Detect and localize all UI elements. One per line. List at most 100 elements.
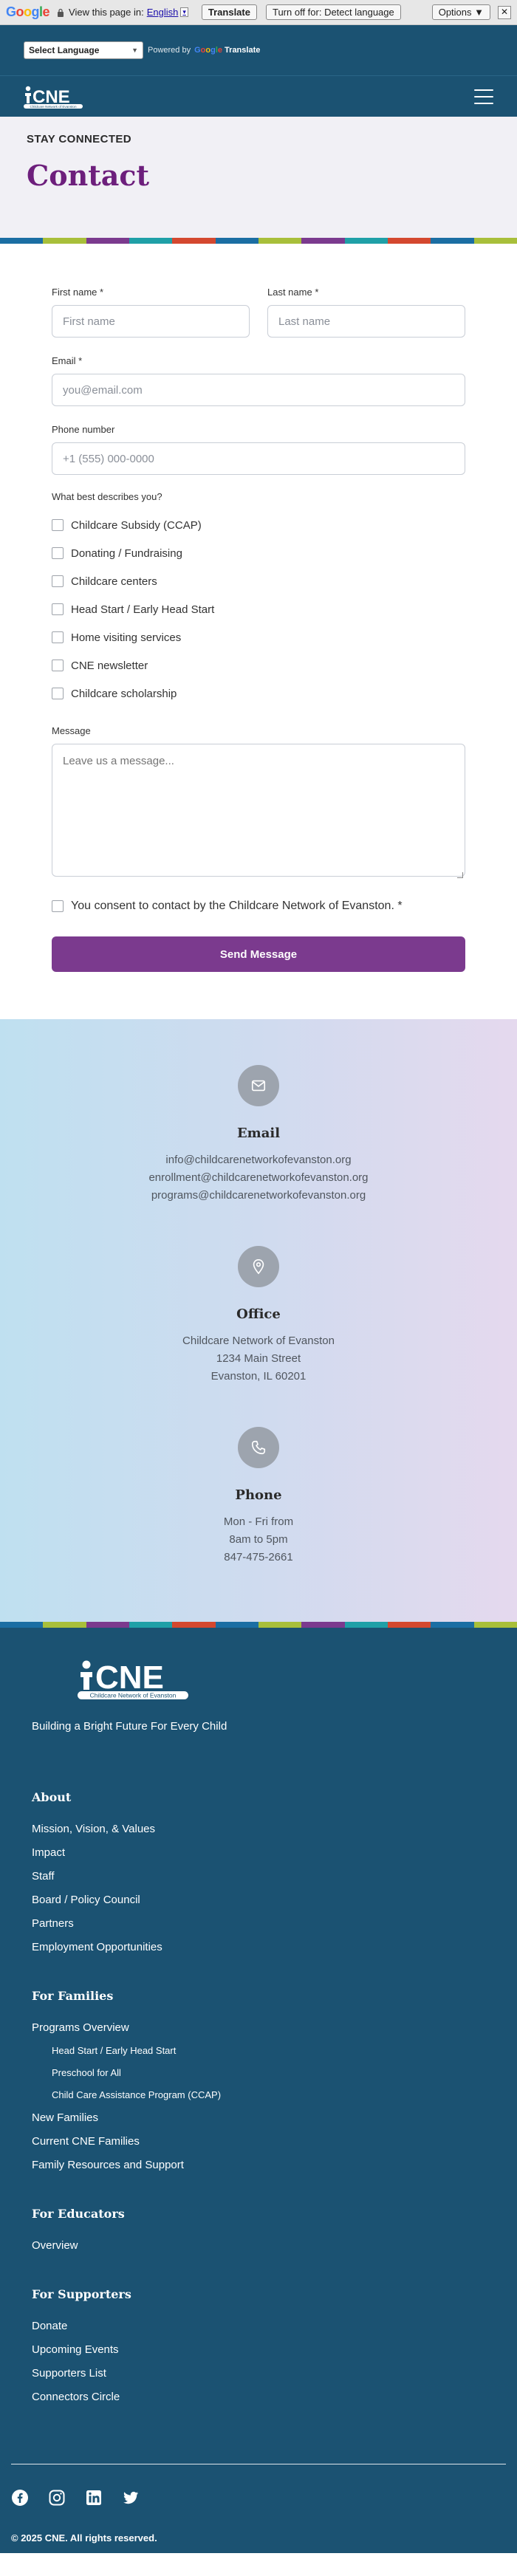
stripe-segment xyxy=(301,1622,345,1628)
linkedin-icon[interactable] xyxy=(85,2489,103,2507)
option-scholarship[interactable]: Childcare scholarship xyxy=(52,679,465,708)
footer-link[interactable]: New Families xyxy=(32,2106,485,2130)
footer-link[interactable]: Supporters List xyxy=(32,2362,485,2385)
footer-link[interactable]: Board / Policy Council xyxy=(32,1888,485,1912)
footer-sublink[interactable]: Child Care Assistance Program (CCAP) xyxy=(32,2084,485,2106)
stripe-segment xyxy=(129,238,173,244)
describes-label: What best describes you? xyxy=(52,491,162,502)
footer-link[interactable]: Overview xyxy=(32,2234,485,2258)
footer-link[interactable]: Donate xyxy=(32,2315,485,2338)
google-logo: Google xyxy=(6,4,50,19)
footer-link[interactable]: Employment Opportunities xyxy=(32,1936,485,1959)
hamburger-menu-icon[interactable] xyxy=(474,89,493,104)
send-message-button[interactable]: Send Message xyxy=(52,936,465,972)
turn-off-translate-button[interactable]: Turn off for: Detect language xyxy=(265,4,401,20)
footer-cne-logo[interactable]: CNE Childcare Network of Evanston xyxy=(78,1657,485,1704)
stripe-segment xyxy=(258,238,302,244)
first-name-input[interactable] xyxy=(52,305,250,338)
color-stripe xyxy=(0,238,517,244)
describes-options: Childcare Subsidy (CCAP) Donating / Fund… xyxy=(52,511,465,708)
footer-tagline: Building a Bright Future For Every Child xyxy=(32,1720,227,1733)
stripe-segment xyxy=(344,1622,388,1628)
option-childcare-centers[interactable]: Childcare centers xyxy=(52,567,465,595)
checkbox[interactable] xyxy=(52,603,64,615)
stripe-segment xyxy=(301,238,345,244)
checkbox[interactable] xyxy=(52,547,64,559)
checkbox[interactable] xyxy=(52,660,64,671)
stripe-segment xyxy=(258,1622,302,1628)
option-newsletter[interactable]: CNE newsletter xyxy=(52,651,465,679)
footer-link[interactable]: Upcoming Events xyxy=(32,2338,485,2362)
hero: STAY CONNECTED Contact xyxy=(0,117,517,238)
mail-icon xyxy=(238,1065,279,1106)
option-ccap[interactable]: Childcare Subsidy (CCAP) xyxy=(52,511,465,539)
footer-heading-about: About xyxy=(32,1790,72,1804)
stripe-segment xyxy=(387,238,431,244)
consent-checkbox[interactable] xyxy=(52,900,64,912)
twitter-icon[interactable] xyxy=(122,2489,140,2507)
footer-educators: For Educators Overview xyxy=(32,2207,485,2258)
footer-link[interactable]: Family Resources and Support xyxy=(32,2154,485,2177)
contact-form: First name * Last name * Email * Phone n… xyxy=(0,244,517,1019)
footer-supporters: For Supporters Donate Upcoming Events Su… xyxy=(32,2287,485,2409)
footer-link[interactable]: Connectors Circle xyxy=(32,2385,485,2409)
footer-heading-educators: For Educators xyxy=(32,2207,125,2221)
last-name-label: Last name * xyxy=(267,287,319,298)
footer-link[interactable]: Current CNE Families xyxy=(32,2130,485,2154)
stripe-segment xyxy=(473,1622,517,1628)
checkbox[interactable] xyxy=(52,519,64,531)
footer-link[interactable]: Staff xyxy=(32,1865,485,1888)
translate-options-button[interactable]: Options ▼ xyxy=(431,4,490,20)
footer-link[interactable]: Mission, Vision, & Values xyxy=(32,1818,485,1841)
phone-field[interactable] xyxy=(52,442,465,475)
svg-text:Childcare Network of Evanston: Childcare Network of Evanston xyxy=(30,105,77,109)
stripe-segment xyxy=(215,1622,258,1628)
email-label: Email * xyxy=(52,355,83,366)
page-title: Contact xyxy=(27,159,150,192)
phone-number-link[interactable]: 847-475-2661 xyxy=(0,1549,517,1566)
footer-families: For Families Programs Overview Head Star… xyxy=(32,1989,485,2177)
checkbox[interactable] xyxy=(52,575,64,587)
site-footer: CNE Childcare Network of Evanston Buildi… xyxy=(0,1628,517,2553)
phone-line: Mon - Fri from xyxy=(223,1515,294,1528)
stripe-segment xyxy=(431,1622,474,1628)
instagram-icon[interactable] xyxy=(48,2489,66,2507)
resize-handle-icon[interactable] xyxy=(457,872,463,878)
translate-button[interactable]: Translate xyxy=(201,4,257,20)
footer-link[interactable]: Impact xyxy=(32,1841,485,1865)
email-link[interactable]: info@childcarenetworkofevanston.org xyxy=(0,1151,517,1169)
footer-link[interactable]: Programs Overview xyxy=(32,2016,485,2040)
stripe-segment xyxy=(172,238,216,244)
email-field[interactable] xyxy=(52,374,465,406)
message-textarea[interactable] xyxy=(52,744,465,877)
language-select[interactable]: Select Language ▼ xyxy=(24,41,143,59)
email-title: Email xyxy=(236,1126,281,1141)
footer-link[interactable]: Partners xyxy=(32,1912,485,1936)
last-name-input[interactable] xyxy=(267,305,465,338)
hero-eyebrow: STAY CONNECTED xyxy=(27,133,132,145)
consent-row[interactable]: You consent to contact by the Childcare … xyxy=(52,900,465,913)
facebook-icon[interactable] xyxy=(11,2489,29,2507)
location-pin-icon xyxy=(238,1246,279,1287)
option-home-visiting[interactable]: Home visiting services xyxy=(52,623,465,651)
svg-text:CNE: CNE xyxy=(95,1659,164,1696)
option-head-start[interactable]: Head Start / Early Head Start xyxy=(52,595,465,623)
copyright: © 2025 CNE. All rights reserved. xyxy=(11,2532,157,2544)
footer-heading-supporters: For Supporters xyxy=(32,2287,131,2301)
message-label: Message xyxy=(52,725,91,736)
footer-sublink[interactable]: Preschool for All xyxy=(32,2062,485,2084)
office-line: Evanston, IL 60201 xyxy=(210,1370,307,1383)
footer-sublink[interactable]: Head Start / Early Head Start xyxy=(32,2040,485,2062)
email-link[interactable]: enrollment@childcarenetworkofevanston.or… xyxy=(0,1169,517,1187)
stripe-segment xyxy=(473,238,517,244)
option-donating[interactable]: Donating / Fundraising xyxy=(52,539,465,567)
stripe-segment xyxy=(0,1622,44,1628)
translate-language-link[interactable]: English ▾ xyxy=(147,7,188,18)
checkbox[interactable] xyxy=(52,688,64,699)
checkbox[interactable] xyxy=(52,631,64,643)
translate-prompt: View this page in: xyxy=(69,7,144,18)
close-icon[interactable]: ✕ xyxy=(498,6,511,19)
contact-info: Email info@childcarenetworkofevanston.or… xyxy=(0,1019,517,1622)
email-link[interactable]: programs@childcarenetworkofevanston.org xyxy=(0,1187,517,1205)
cne-logo[interactable]: CNE Childcare Network of Evanston xyxy=(24,84,84,109)
